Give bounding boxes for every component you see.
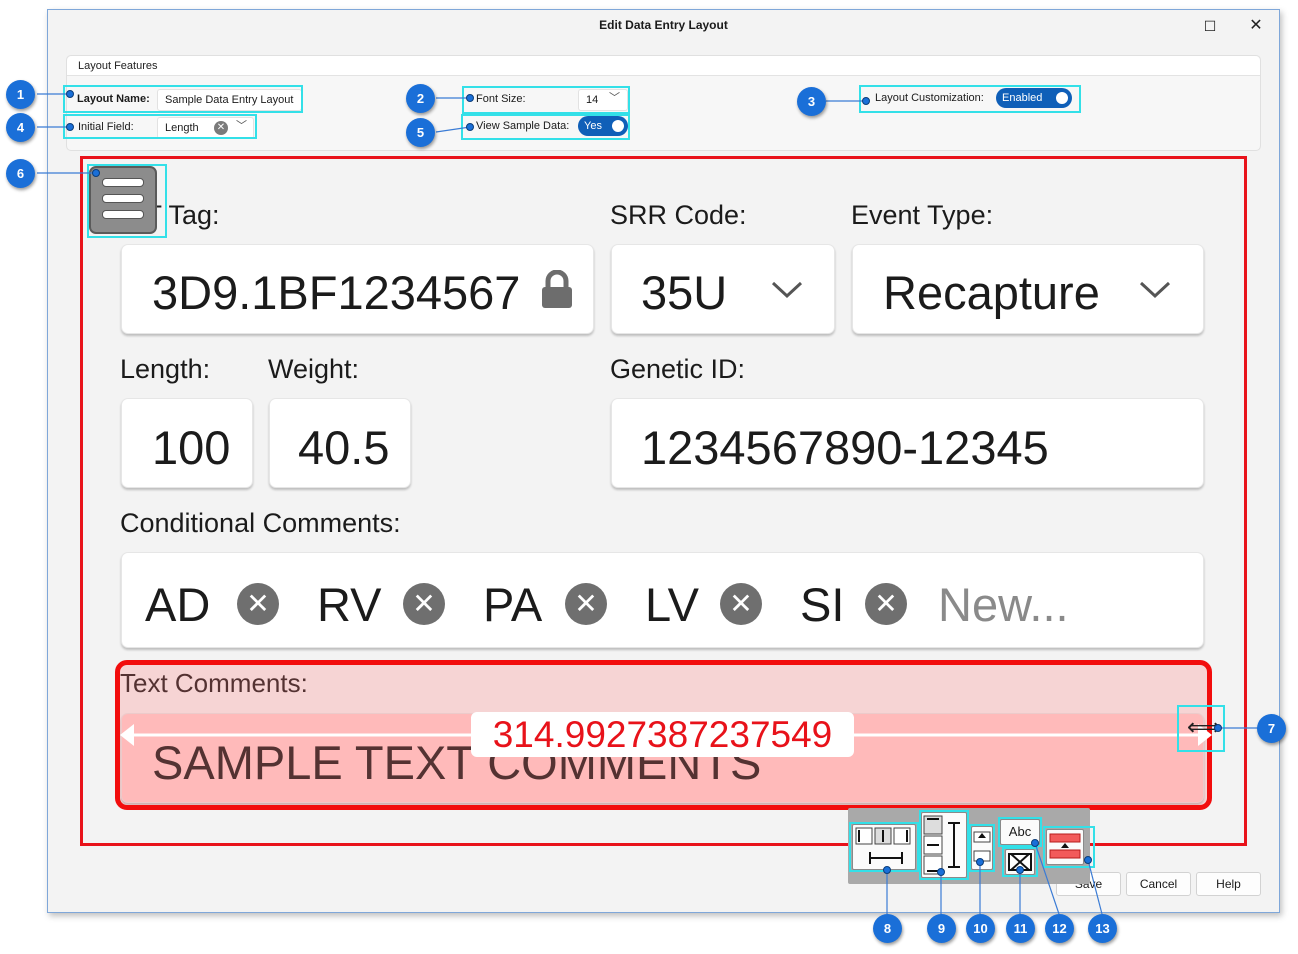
callout-badge: 6 [6, 159, 35, 188]
callout-badge: 2 [406, 84, 435, 113]
callout-dot [66, 123, 74, 131]
callout-dot [92, 169, 100, 177]
callout-badge: 13 [1088, 914, 1117, 943]
callout-badge: 9 [927, 914, 956, 943]
callout-badge: 8 [873, 914, 902, 943]
callout-badge: 10 [966, 914, 995, 943]
callout-dot [1084, 856, 1092, 864]
callout-badge: 4 [6, 113, 35, 142]
callout-dot [976, 858, 984, 866]
callout-dot [466, 123, 474, 131]
callout-badge: 7 [1257, 714, 1286, 743]
callout-badge: 1 [6, 80, 35, 109]
callout-dot [1031, 839, 1039, 847]
callout-badge: 11 [1006, 914, 1035, 943]
callout-badge: 12 [1045, 914, 1074, 943]
callout-dot [1016, 866, 1024, 874]
callout-dot [883, 866, 891, 874]
callout-dot [1214, 724, 1222, 732]
callout-lines [37, 93, 1259, 915]
callout-badge: 5 [406, 118, 435, 147]
callout-badge: 3 [797, 87, 826, 116]
callout-dot [937, 868, 945, 876]
callout-dot [466, 94, 474, 102]
callout-dot [66, 90, 74, 98]
callout-dot [862, 97, 870, 105]
